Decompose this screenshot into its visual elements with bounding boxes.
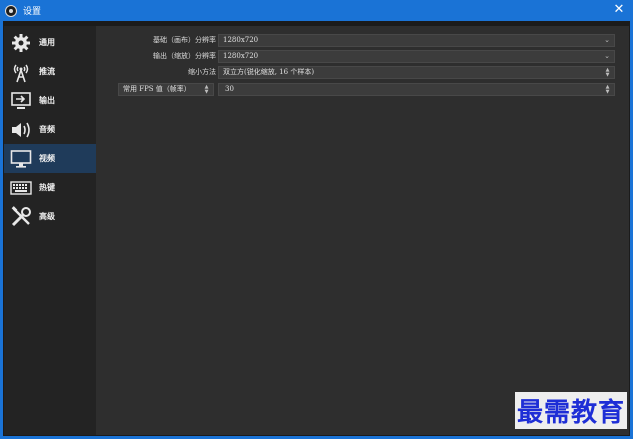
- sidebar-item-label: 高级: [39, 212, 55, 221]
- sidebar-item-general[interactable]: 通用: [4, 28, 96, 57]
- sidebar-item-audio[interactable]: 音频: [4, 115, 96, 144]
- keyboard-icon: [9, 177, 33, 199]
- sidebar-item-label: 音频: [39, 125, 55, 134]
- updown-arrows-icon: ▲ ▼: [204, 84, 209, 95]
- base-resolution-value: 1280x720: [223, 36, 259, 44]
- video-settings-panel: 基础（画布）分辨率 1280x720 ⌄ 输出（缩放）分辨率 1280x720 …: [96, 26, 629, 435]
- sidebar-item-label: 推流: [39, 67, 55, 76]
- fps-type-value: 常用 FPS 值（帧率）: [123, 85, 191, 93]
- sidebar-item-hotkeys[interactable]: 热键: [4, 173, 96, 202]
- app-logo-icon: [5, 4, 17, 17]
- output-icon: [9, 90, 33, 112]
- fps-type-select[interactable]: 常用 FPS 值（帧率） ▲ ▼: [118, 83, 214, 96]
- downscale-filter-label: 缩小方法: [188, 68, 216, 76]
- window-title: 设置: [23, 7, 42, 17]
- sidebar-item-video[interactable]: 视频: [4, 144, 96, 173]
- downscale-filter-row: 缩小方法 双立方(锐化缩放, 16 个样本) ▲ ▼: [96, 66, 629, 79]
- fps-value-select[interactable]: 30 ▲ ▼: [218, 83, 615, 96]
- output-resolution-row: 输出（缩放）分辨率 1280x720 ⌄: [96, 50, 629, 63]
- monitor-icon: [9, 148, 33, 170]
- speaker-icon: [9, 119, 33, 141]
- tools-icon: [9, 205, 33, 228]
- sidebar-item-label: 输出: [39, 96, 55, 105]
- watermark-logo: 最需教育: [514, 392, 627, 429]
- output-resolution-value: 1280x720: [223, 52, 259, 60]
- gear-icon: [9, 32, 33, 54]
- base-resolution-select[interactable]: 1280x720 ⌄: [218, 34, 615, 47]
- fps-row: 常用 FPS 值（帧率） ▲ ▼ 30 ▲ ▼: [96, 83, 629, 96]
- title-bar: 设置 ✕: [0, 0, 633, 21]
- base-resolution-label: 基础（画布）分辨率: [153, 36, 216, 44]
- sidebar-item-label: 通用: [39, 38, 55, 47]
- sidebar-item-advanced[interactable]: 高级: [4, 202, 96, 231]
- output-resolution-label: 输出（缩放）分辨率: [153, 52, 216, 60]
- downscale-filter-value: 双立方(锐化缩放, 16 个样本): [223, 68, 315, 76]
- broadcast-icon: [9, 61, 33, 83]
- sidebar-item-label: 热键: [39, 183, 55, 192]
- sidebar-item-label: 视频: [39, 154, 55, 163]
- close-button[interactable]: ✕: [611, 2, 627, 18]
- base-resolution-row: 基础（画布）分辨率 1280x720 ⌄: [96, 34, 629, 47]
- sidebar-item-output[interactable]: 输出: [4, 86, 96, 115]
- updown-arrows-icon: ▲ ▼: [605, 67, 610, 78]
- downscale-filter-select[interactable]: 双立方(锐化缩放, 16 个样本) ▲ ▼: [218, 66, 615, 79]
- chevron-down-icon: ⌄: [604, 36, 610, 44]
- updown-arrows-icon: ▲ ▼: [605, 84, 610, 95]
- sidebar-item-stream[interactable]: 推流: [4, 57, 96, 86]
- chevron-down-icon: ⌄: [604, 52, 610, 60]
- output-resolution-select[interactable]: 1280x720 ⌄: [218, 50, 615, 63]
- settings-sidebar: 通用 推流 输出 音频 视频 热键 高级: [4, 26, 96, 435]
- fps-value: 30: [225, 85, 234, 93]
